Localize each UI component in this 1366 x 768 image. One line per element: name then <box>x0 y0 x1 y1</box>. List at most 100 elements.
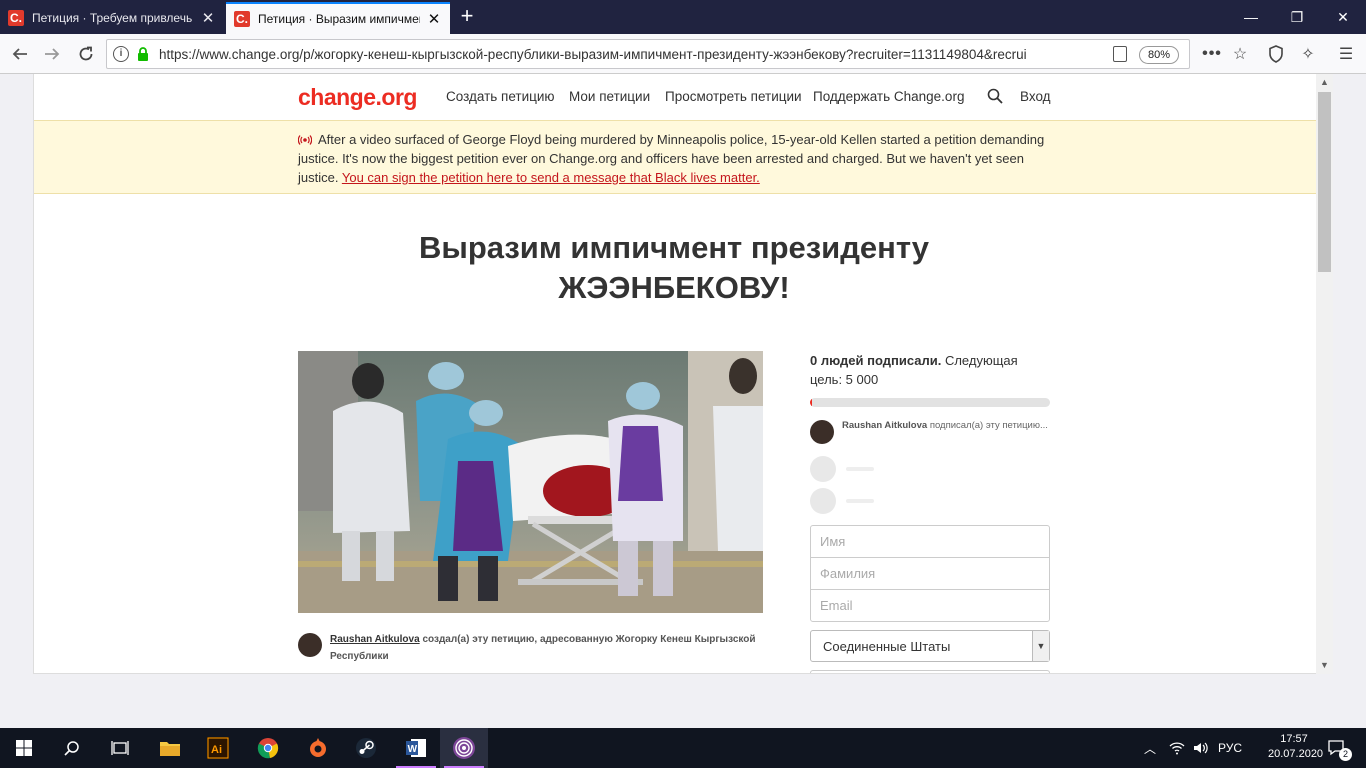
reload-icon <box>79 46 93 61</box>
tor-browser-button[interactable] <box>440 728 488 768</box>
system-clock[interactable]: 17:57 20.07.2020 <box>1268 732 1324 762</box>
task-view-button[interactable] <box>96 728 144 768</box>
address-bar[interactable]: i https://www.change.org/p/жогорку-кенеш… <box>106 39 1190 69</box>
medical-workers-image <box>298 351 763 613</box>
next-form-field[interactable] <box>810 670 1050 673</box>
signer-name: Raushan Aitkulova <box>842 420 928 431</box>
speaker-icon <box>1194 742 1208 754</box>
signer-avatar <box>810 420 834 444</box>
file-explorer-button[interactable] <box>146 728 194 768</box>
notification-count: 2 <box>1339 748 1352 761</box>
signature-progress-bar <box>810 398 1050 407</box>
chrome-button[interactable] <box>244 728 292 768</box>
close-tab-icon[interactable]: ✕ <box>426 10 442 28</box>
tab-petition-1[interactable]: C. Петиция · Требуем привлечь ✕ <box>0 2 224 34</box>
illustrator-icon: Ai <box>207 737 229 759</box>
hamburger-menu-icon[interactable]: ☰ <box>1334 42 1358 66</box>
notifications-button[interactable]: 2 <box>1322 728 1352 768</box>
reader-view-icon[interactable] <box>1113 46 1127 62</box>
chrome-icon <box>257 738 279 759</box>
nav-login[interactable]: Вход <box>1020 89 1051 104</box>
signer-placeholder <box>810 488 1050 514</box>
clock-time: 17:57 <box>1280 733 1308 745</box>
scroll-down-icon[interactable]: ▼ <box>1316 657 1333 674</box>
origin-button[interactable] <box>294 728 342 768</box>
show-hidden-icons[interactable]: ︿ <box>1140 728 1160 768</box>
nav-my-petitions[interactable]: Мои петиции <box>569 89 650 104</box>
search-icon[interactable] <box>987 88 1003 104</box>
petition-title-line-1: Выразим импичмент президенту <box>418 230 930 265</box>
extension-icon[interactable]: ✧ <box>1296 42 1320 66</box>
nav-create-petition[interactable]: Создать петицию <box>446 89 555 104</box>
chevron-down-icon[interactable]: ▼ <box>1032 631 1049 661</box>
nav-support-change[interactable]: Поддержать Change.org <box>813 89 964 104</box>
page-actions-icon[interactable]: ••• <box>1200 42 1224 66</box>
signature-progress-fill <box>810 398 813 407</box>
page-scrollbar[interactable]: ▲ ▼ <box>1316 74 1333 674</box>
first-name-field[interactable]: Имя <box>810 525 1050 558</box>
illustrator-button[interactable]: Ai <box>194 728 242 768</box>
announcement-text: After a video surfaced of George Floyd b… <box>298 130 1058 187</box>
steam-icon <box>356 738 376 758</box>
change-org-logo[interactable]: change.org <box>298 84 417 111</box>
tab-title: Петиция · Требуем привлечь <box>32 11 193 25</box>
close-tab-icon[interactable]: ✕ <box>200 9 216 27</box>
start-button[interactable] <box>0 728 48 768</box>
placeholder-avatar <box>810 456 836 482</box>
lock-icon[interactable] <box>137 47 149 61</box>
announcement-link[interactable]: You can sign the petition here to send a… <box>342 170 760 185</box>
clock-date: 20.07.2020 <box>1268 748 1324 760</box>
windows-taskbar: Ai W ︿ РУС 17:57 20.07.2020 2 <box>0 728 1366 768</box>
page-viewport: change.org Создать петицию Мои петиции П… <box>33 74 1333 674</box>
signer-text: Raushan Aitkulova подписал(а) эту петици… <box>842 419 1052 432</box>
browser-nav-bar: i https://www.change.org/p/жогорку-кенеш… <box>0 34 1366 74</box>
url-text[interactable]: https://www.change.org/p/жогорку-кенеш-к… <box>159 47 1079 62</box>
country-select[interactable]: Соединенные Штаты ▼ <box>810 630 1050 662</box>
site-info-icon[interactable]: i <box>113 46 129 62</box>
signed-count-text: 0 людей подписали. <box>810 353 942 368</box>
zoom-level-badge[interactable]: 80% <box>1139 46 1180 64</box>
site-header: change.org Создать петицию Мои петиции П… <box>34 74 1317 120</box>
forward-button[interactable] <box>38 40 66 68</box>
windows-logo-icon <box>16 740 32 756</box>
tab-petition-2[interactable]: C. Петиция · Выразим импичмен ✕ <box>226 2 450 34</box>
petition-title-line-2: ЖЭЭНБЕКОВУ! <box>558 270 790 305</box>
close-window-icon[interactable]: ✕ <box>1320 0 1366 34</box>
minimize-icon[interactable]: — <box>1228 0 1274 34</box>
broadcast-icon <box>298 135 312 145</box>
scrollbar-thumb[interactable] <box>1318 92 1331 272</box>
author-avatar[interactable] <box>298 633 322 657</box>
browser-tab-bar: C. Петиция · Требуем привлечь ✕ C. Петиц… <box>0 0 1366 34</box>
word-icon: W <box>406 739 426 757</box>
restore-icon[interactable]: ❐ <box>1274 0 1320 34</box>
language-indicator[interactable]: РУС <box>1214 728 1246 768</box>
wifi-icon[interactable] <box>1166 728 1188 768</box>
placeholder-avatar <box>810 488 836 514</box>
shield-icon[interactable] <box>1264 42 1288 66</box>
reload-button[interactable] <box>72 40 100 68</box>
bookmark-star-icon[interactable]: ☆ <box>1228 42 1252 66</box>
back-arrow-icon <box>12 48 27 60</box>
tor-browser-icon <box>453 737 475 759</box>
back-button[interactable] <box>6 40 34 68</box>
last-name-field[interactable]: Фамилия <box>810 557 1050 590</box>
author-text: Raushan Aitkulova создал(а) эту петицию,… <box>330 631 773 665</box>
change-favicon-icon: C. <box>8 10 24 26</box>
new-tab-button[interactable]: + <box>454 4 480 30</box>
word-button[interactable]: W <box>392 728 440 768</box>
nav-browse-petitions[interactable]: Просмотреть петиции <box>665 89 802 104</box>
svg-text:W: W <box>408 744 418 755</box>
search-button[interactable] <box>48 728 96 768</box>
country-value: Соединенные Штаты <box>823 638 951 654</box>
author-name-link[interactable]: Raushan Aitkulova <box>330 634 420 645</box>
origin-icon <box>310 738 326 757</box>
forward-arrow-icon <box>45 48 60 60</box>
volume-icon[interactable] <box>1190 728 1212 768</box>
scroll-up-icon[interactable]: ▲ <box>1316 74 1333 91</box>
steam-button[interactable] <box>342 728 390 768</box>
email-field[interactable]: Email <box>810 589 1050 622</box>
task-view-icon <box>111 741 129 755</box>
announcement-banner: After a video surfaced of George Floyd b… <box>34 120 1317 194</box>
tracking-shield-icon <box>1269 45 1283 63</box>
petition-photo[interactable] <box>298 351 763 613</box>
